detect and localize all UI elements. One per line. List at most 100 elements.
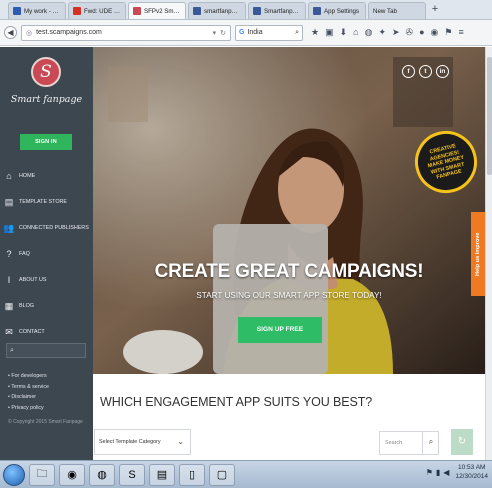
search-icon[interactable]: ⌕ <box>422 431 439 455</box>
template-store-icon: ▤ <box>4 196 14 207</box>
start-button[interactable] <box>3 463 25 486</box>
facebook-icon <box>313 7 321 15</box>
footer-link[interactable]: • Terms & service <box>8 382 49 393</box>
help-us-improve-tab[interactable]: Help us improve <box>471 212 485 296</box>
browser-tab[interactable]: Smartfanpage <box>248 2 306 19</box>
firefox-icon[interactable]: ◍ <box>89 463 115 486</box>
linkedin-icon[interactable]: in <box>436 65 449 78</box>
extension-icon[interactable]: ✦ <box>378 27 386 38</box>
search-bar[interactable]: G India ⌕ <box>235 24 303 41</box>
sidebar-item-label: BLOG <box>19 303 34 309</box>
sidebar-item-connected-publishers[interactable]: 👥 CONNECTED PUBLISHERS <box>3 215 92 241</box>
sidebar-item-label: TEMPLATE STORE <box>19 199 68 205</box>
template-category-value: Select Template Category <box>99 439 161 445</box>
sidebar: S Smart fanpage SIGN IN ⌂ HOME ▤ TEMPLATE S… <box>0 47 93 460</box>
browser-tab[interactable]: App Settings <box>308 2 366 19</box>
footer-link[interactable]: • Privacy policy <box>8 403 49 414</box>
browser-tab[interactable]: My work - JIRA <box>8 2 66 19</box>
dropdown-arrow-icon[interactable]: ▾ <box>213 29 217 37</box>
app-finder-section: WHICH ENGAGEMENT APP SUITS YOU BEST? Sel… <box>93 374 485 460</box>
footer-link[interactable]: • Disclaimer <box>8 392 49 403</box>
twitter-icon[interactable]: t <box>419 65 432 78</box>
sidebar-item-label: ABOUT US <box>19 277 47 283</box>
chrome-icon[interactable]: ◉ <box>59 463 85 486</box>
flag-icon[interactable]: ⚑ <box>426 468 433 477</box>
magnifier-icon[interactable]: ⌕ <box>295 29 299 37</box>
social-icons: f t in <box>402 65 449 78</box>
send-icon[interactable]: ➤ <box>392 27 400 38</box>
bookmark-star-icon[interactable]: ★ <box>311 27 319 38</box>
browser-tab[interactable]: SFPv2 Smartf... <box>128 2 186 19</box>
toolbar-icon[interactable]: ✇ <box>406 27 414 38</box>
reload-icon[interactable]: ↻ <box>220 29 226 37</box>
new-tab-button[interactable]: + <box>428 2 442 19</box>
hero-headline: CREATE GREAT CAMPAIGNS! <box>154 261 424 282</box>
footer-link-label: Terms & service <box>11 383 49 390</box>
browser-tab[interactable]: New Tab <box>368 2 426 19</box>
sidebar-item-label: HOME <box>19 173 36 179</box>
tab-label: smartfanpage <box>204 7 241 15</box>
folder-icon[interactable]: 🗀 <box>29 463 55 486</box>
hero-banner: f t in CREATIVE AGENCIES! MAKE MONEY WITH SMA… <box>93 47 485 374</box>
menu-icon[interactable]: ≡ <box>458 27 463 38</box>
page-content: S Smart fanpage SIGN IN ⌂ HOME ▤ TEMPLATE S… <box>0 47 492 460</box>
toolbar-icons: ★ ▣ ⬇ ⌂ ◍ ✦ ➤ ✇ ● ◉ ⚑ ≡ <box>311 27 464 38</box>
sidebar-item-label: CONTACT <box>19 329 45 335</box>
sidebar-item-blog[interactable]: ▦ BLOG <box>4 293 92 319</box>
gmail-icon <box>73 7 81 15</box>
account-icon[interactable]: ◉ <box>431 27 439 38</box>
extension-icon[interactable]: ⚑ <box>444 27 452 38</box>
clock[interactable]: 10:53 AM 12/30/2014 <box>455 463 488 481</box>
notepad-icon[interactable]: ▯ <box>179 463 205 486</box>
sidebar-item-faq[interactable]: ? FAQ <box>4 241 92 267</box>
url-text[interactable]: test.scampaigns.com <box>36 29 209 36</box>
back-button[interactable]: ◀ <box>4 26 17 39</box>
sign-up-free-button[interactable]: SIGN UP FREE <box>238 317 322 343</box>
tab-label: App Settings <box>324 7 360 15</box>
facebook-icon <box>253 7 261 15</box>
sidebar-item-home[interactable]: ⌂ HOME <box>4 163 92 189</box>
hero-subline: START USING OUR SMART APP STORE TODAY! <box>196 291 382 300</box>
sidebar-item-label: FAQ <box>19 251 30 257</box>
scrollbar-thumb[interactable] <box>487 57 492 175</box>
copyright: © Copyright 2015 Smart Fanpage <box>8 419 83 425</box>
volume-icon[interactable]: ◀ <box>443 468 449 477</box>
footer-link[interactable]: • For developers <box>8 371 49 382</box>
sidebar-item-about-us[interactable]: i ABOUT US <box>4 267 92 293</box>
home-icon: ⌂ <box>6 171 12 181</box>
search-value[interactable]: India <box>247 29 292 36</box>
scrollbar[interactable] <box>485 47 492 460</box>
download-icon[interactable]: ⬇ <box>340 27 348 38</box>
explorer-icon[interactable]: ▤ <box>149 463 175 486</box>
skype-icon[interactable]: S <box>119 463 145 486</box>
sign-in-button[interactable]: SIGN IN <box>20 134 72 150</box>
window-icon[interactable]: ▢ <box>209 463 235 486</box>
browser-tab[interactable]: Fwd: UDE | M... <box>68 2 126 19</box>
bookmarks-icon[interactable]: ▣ <box>325 27 334 38</box>
sidebar-menu: ⌂ HOME ▤ TEMPLATE STORE 👥 CONNECTED PUBLISHER… <box>3 163 92 345</box>
network-icon[interactable]: ▮ <box>436 468 440 477</box>
footer-link-label: For developers <box>11 373 47 379</box>
refresh-icon[interactable]: ↻ <box>451 429 473 455</box>
extension-icon[interactable]: ◍ <box>365 27 373 38</box>
notification-icon[interactable]: ● <box>419 27 424 38</box>
sidebar-item-label: CONNECTED PUBLISHERS <box>19 225 89 231</box>
logo[interactable]: S <box>31 57 61 87</box>
info-icon: i <box>7 275 11 285</box>
tab-label: SFPv2 Smartf... <box>144 7 181 15</box>
tab-label: New Tab <box>373 7 397 15</box>
google-icon: G <box>239 29 245 36</box>
sidebar-item-template-store[interactable]: ▤ TEMPLATE STORE <box>4 189 92 215</box>
home-nav-icon[interactable]: ⌂ <box>353 27 358 38</box>
browser-window: My work - JIRA Fwd: UDE | M... SFPv2 Smart… <box>0 0 492 488</box>
smartfanpage-icon <box>133 7 141 15</box>
browser-tab[interactable]: smartfanpage <box>188 2 246 19</box>
facebook-icon[interactable]: f <box>402 65 415 78</box>
sidebar-search-input[interactable]: ⌕ <box>6 343 86 358</box>
tab-label: My work - JIRA <box>24 7 61 15</box>
address-bar[interactable]: ◎ test.scampaigns.com ▾ ↻ <box>21 24 231 41</box>
footer-link-label: Privacy policy <box>11 404 44 411</box>
sidebar-item-contact[interactable]: ✉ CONTACT <box>4 319 92 345</box>
facebook-icon <box>193 7 201 15</box>
template-category-select[interactable]: Select Template Category ⌄ <box>94 429 191 455</box>
